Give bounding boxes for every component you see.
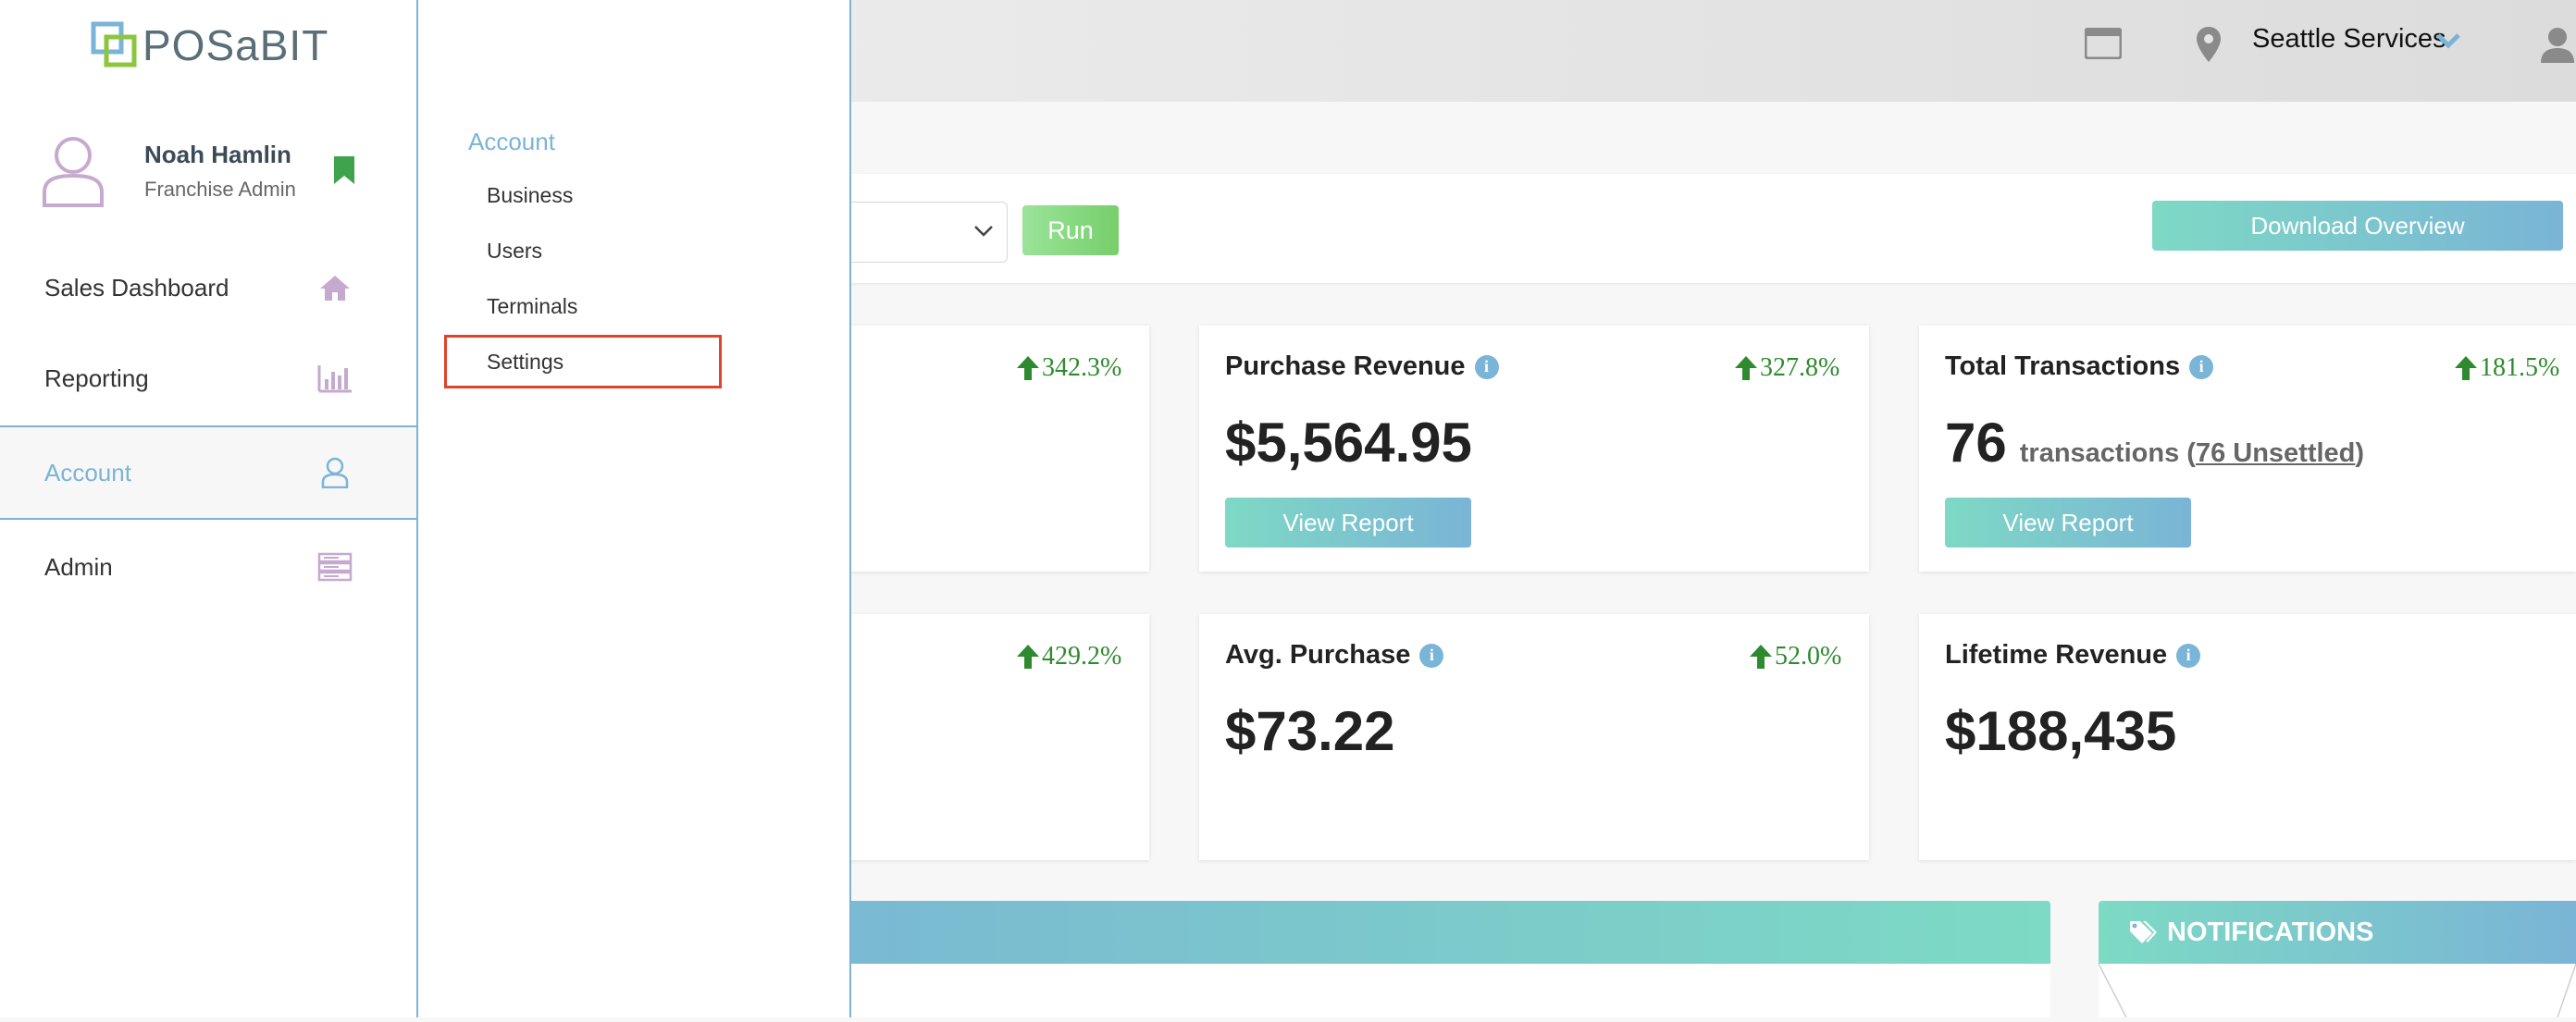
bookmark-icon[interactable] xyxy=(333,155,355,185)
arrow-up-icon xyxy=(2455,356,2477,380)
transactions-label: transactions (76 Unsettled) xyxy=(2020,438,2364,468)
metric-value: 76 transactions (76 Unsettled) xyxy=(1945,411,2364,474)
settings-highlight-box xyxy=(444,335,722,388)
arrow-up-icon xyxy=(1017,645,1039,669)
notifications-header: NOTIFICATIONS xyxy=(2099,901,2576,964)
view-report-button[interactable]: View Report xyxy=(1225,498,1471,548)
notifications-title: NOTIFICATIONS xyxy=(2167,917,2374,947)
change-value: 52.0% xyxy=(1775,642,1842,671)
profile-role: Franchise Admin xyxy=(144,178,296,201)
server-icon xyxy=(317,552,353,582)
notifications-body xyxy=(2098,963,2576,1018)
card-title-text: Total Transactions xyxy=(1945,351,2181,381)
card-title: Purchase Revenue i xyxy=(1225,351,1499,382)
change-indicator: 327.8% xyxy=(1734,353,1839,383)
sidebar-item-sales-dashboard[interactable]: Sales Dashboard xyxy=(0,242,416,333)
bar-chart-icon xyxy=(317,365,352,393)
metric-card: 429.2% xyxy=(833,614,1149,860)
card-title-text: Purchase Revenue xyxy=(1225,351,1466,381)
user-outline-icon xyxy=(321,457,349,488)
submenu-item-terminals[interactable]: Terminals xyxy=(487,294,577,319)
chevron-down-icon xyxy=(974,226,993,237)
unsettled-link[interactable]: 76 Unsettled xyxy=(2196,438,2355,468)
sidebar-item-reporting[interactable]: Reporting xyxy=(0,333,416,424)
notifications-divider xyxy=(2098,963,2576,1018)
sidebar-item-label: Reporting xyxy=(44,363,149,392)
card-title: Lifetime Revenue i xyxy=(1945,640,2201,671)
open-paren: ( xyxy=(2186,438,2196,468)
arrow-up-icon xyxy=(1735,356,1757,380)
metric-value: $73.22 xyxy=(1225,700,1395,762)
change-indicator: 429.2% xyxy=(1016,642,1121,671)
info-icon[interactable]: i xyxy=(2189,354,2214,379)
date-range-select[interactable] xyxy=(833,202,1008,263)
metric-value: $5,564.95 xyxy=(1225,412,1472,474)
chart-panel-header xyxy=(833,901,2050,964)
download-overview-button[interactable]: Download Overview xyxy=(2152,201,2563,251)
change-indicator: 181.5% xyxy=(2454,353,2559,383)
submenu-heading: Account xyxy=(468,128,555,155)
account-submenu: Account Business Users Terminals Setting… xyxy=(418,0,851,1017)
arrow-up-icon xyxy=(1017,356,1039,380)
avg-purchase-card: Avg. Purchase i 52.0% $73.22 xyxy=(1199,614,1869,860)
change-indicator: 342.3% xyxy=(1016,353,1121,383)
sidebar-item-label: Sales Dashboard xyxy=(44,273,229,302)
avatar-icon[interactable] xyxy=(41,135,105,207)
filter-bar: Run Download Overview xyxy=(833,174,2576,283)
view-report-button[interactable]: View Report xyxy=(1945,498,2191,548)
tags-icon xyxy=(2130,921,2157,943)
total-transactions-card: Total Transactions i 181.5% 76 transactio… xyxy=(1919,326,2576,572)
close-paren: ) xyxy=(2355,438,2365,468)
change-value: 429.2% xyxy=(1042,642,1122,671)
logo-text: POSaBIT xyxy=(142,21,329,69)
card-title-text: Avg. Purchase xyxy=(1225,640,1411,670)
info-icon[interactable]: i xyxy=(1474,354,1499,379)
submenu-item-users[interactable]: Users xyxy=(487,239,542,264)
info-icon[interactable]: i xyxy=(1419,643,1444,668)
location-pin-icon xyxy=(2197,27,2221,62)
sidebar-item-label: Admin xyxy=(44,552,113,581)
chart-panel-body xyxy=(833,964,2050,1017)
run-button[interactable]: Run xyxy=(1022,205,1119,255)
metric-card: 342.3% xyxy=(833,326,1149,572)
change-value: 342.3% xyxy=(1042,353,1122,382)
sidebar: POSaBIT Noah Hamlin Franchise Admin Sale… xyxy=(0,0,418,1017)
chevron-down-icon[interactable] xyxy=(2435,31,2461,50)
arrow-up-icon xyxy=(1750,645,1772,669)
home-icon xyxy=(320,276,350,301)
sidebar-item-admin[interactable]: Admin xyxy=(0,522,416,612)
card-title-text: Lifetime Revenue xyxy=(1945,640,2168,670)
change-value: 181.5% xyxy=(2480,353,2560,382)
purchase-revenue-card: Purchase Revenue i 327.8% $5,564.95 View… xyxy=(1199,326,1869,572)
card-title: Total Transactions i xyxy=(1945,351,2214,382)
logo-mark-icon xyxy=(91,21,137,68)
window-icon[interactable] xyxy=(2085,28,2122,59)
submenu-item-business[interactable]: Business xyxy=(487,183,573,208)
transaction-count: 76 xyxy=(1945,412,2007,474)
change-indicator: 52.0% xyxy=(1749,642,1841,671)
info-icon[interactable]: i xyxy=(2176,643,2201,668)
sidebar-item-account[interactable]: Account xyxy=(0,425,416,520)
user-icon[interactable] xyxy=(2539,26,2576,63)
transactions-text: transactions xyxy=(2019,438,2180,468)
profile-name: Noah Hamlin xyxy=(144,141,291,168)
metric-value: $188,435 xyxy=(1945,700,2177,762)
card-title: Avg. Purchase i xyxy=(1225,640,1444,671)
change-value: 327.8% xyxy=(1760,353,1840,382)
lifetime-revenue-card: Lifetime Revenue i $188,435 xyxy=(1919,614,2576,860)
location-selector[interactable]: Seattle Services xyxy=(2252,24,2446,55)
posabit-logo[interactable]: POSaBIT xyxy=(91,20,328,70)
sidebar-item-label: Account xyxy=(44,458,131,486)
